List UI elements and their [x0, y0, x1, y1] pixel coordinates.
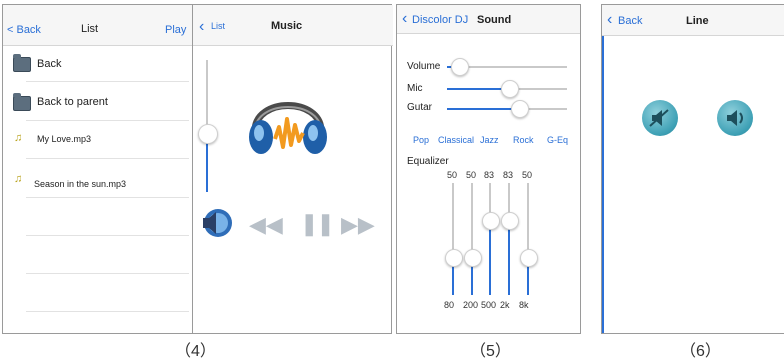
- eq-band-frequency: 80: [444, 300, 455, 310]
- edge-accent: [602, 5, 604, 333]
- panel-divider: [192, 5, 193, 333]
- sound-navbar: ‹ Discolor DJ Sound: [397, 5, 580, 34]
- list-item[interactable]: Back: [3, 47, 189, 85]
- eq-band-value: 50: [466, 170, 477, 180]
- headphones-icon: [249, 102, 327, 154]
- list-navbar: < Back List Play: [3, 5, 192, 46]
- list-divider: [26, 273, 189, 274]
- panel-sound: ‹ Discolor DJ Sound Volume Mic Gutar Pop…: [396, 4, 581, 334]
- back-button[interactable]: < Back: [7, 24, 41, 36]
- list-divider: [26, 235, 189, 236]
- folder-icon: [13, 54, 31, 72]
- play-button[interactable]: Play: [165, 24, 186, 36]
- list-item[interactable]: ♫ My Love.mp3: [3, 123, 189, 161]
- sound-slider-knob[interactable]: [511, 100, 529, 118]
- preset-jazz[interactable]: Jazz: [480, 135, 499, 145]
- list-item-label: Season in the sun.mp3: [34, 179, 127, 189]
- volume-label: Volume: [407, 61, 441, 72]
- list-divider: [26, 120, 189, 121]
- speaker-icon: [727, 110, 743, 126]
- speaker-icon[interactable]: [199, 206, 235, 240]
- discolor-back-button[interactable]: Discolor DJ: [412, 14, 468, 26]
- list-item-label: Back to parent: [37, 96, 108, 108]
- list-divider: [26, 311, 189, 312]
- eq-band-knob[interactable]: [445, 249, 463, 267]
- line-navbar: ‹ Back Line: [602, 5, 784, 36]
- sound-slider-fill: [447, 108, 519, 110]
- figure-caption: （6）: [680, 343, 721, 360]
- eq-band-knob[interactable]: [520, 249, 538, 267]
- eq-band-frequency: 2k: [500, 300, 510, 310]
- eq-band-knob[interactable]: [464, 249, 482, 267]
- eq-band-value: 83: [484, 170, 495, 180]
- fast-forward-icon[interactable]: ▶▶: [341, 212, 375, 238]
- music-note-icon: ♫: [14, 173, 23, 185]
- sound-slider-fill: [447, 88, 510, 90]
- mic-label: Mic: [407, 83, 423, 94]
- eq-band-value: 83: [503, 170, 514, 180]
- eq-band-knob[interactable]: [482, 212, 500, 231]
- preset-pop[interactable]: Pop: [413, 135, 429, 145]
- sound-title: Sound: [477, 14, 512, 26]
- figure-caption: （4）: [175, 343, 216, 360]
- list-divider: [26, 158, 189, 159]
- mute-button[interactable]: [642, 100, 678, 136]
- eq-band-frequency: 200: [463, 300, 479, 310]
- preset-g-eq[interactable]: G-Eq: [547, 135, 568, 145]
- list-title: List: [81, 23, 99, 35]
- eq-band-fill: [489, 220, 491, 295]
- eq-band-value: 50: [522, 170, 533, 180]
- preset-classical[interactable]: Classical: [438, 135, 474, 145]
- eq-band-knob[interactable]: [501, 212, 519, 231]
- music-note-icon: ♫: [14, 132, 23, 144]
- panel-list-music: < Back List Play Back Back to parent ♫ M…: [2, 4, 393, 334]
- list-divider: [26, 81, 189, 82]
- mute-speaker-icon: [649, 109, 669, 127]
- panel-line: ‹ Back Line: [601, 4, 784, 334]
- equalizer-label: Equalizer: [407, 156, 449, 167]
- line-title: Line: [686, 15, 709, 27]
- figure-caption: （5）: [470, 343, 511, 360]
- eq-band-fill: [508, 220, 510, 295]
- sound-slider-knob[interactable]: [501, 80, 520, 98]
- list-item-label: Back: [37, 58, 62, 70]
- rewind-icon[interactable]: ◀◀: [249, 212, 283, 238]
- list-item[interactable]: Back to parent: [3, 85, 189, 123]
- chevron-left-icon[interactable]: ‹: [607, 11, 612, 29]
- list-back-button[interactable]: List: [211, 21, 225, 31]
- eq-band-value: 50: [447, 170, 458, 180]
- line-back-button[interactable]: Back: [618, 15, 642, 27]
- eq-band-frequency: 8k: [519, 300, 529, 310]
- gutar-label: Gutar: [407, 102, 433, 113]
- speaker-button[interactable]: [717, 100, 753, 136]
- music-navbar: ‹ List Music: [193, 5, 393, 46]
- chevron-left-icon[interactable]: ‹: [199, 18, 204, 36]
- music-title: Music: [271, 20, 303, 32]
- preset-rock[interactable]: Rock: [513, 135, 534, 145]
- chevron-left-icon[interactable]: ‹: [402, 10, 407, 28]
- sound-slider-knob[interactable]: [451, 58, 469, 76]
- list-divider: [26, 197, 189, 198]
- list-item-label: My Love.mp3: [37, 134, 92, 144]
- pause-icon[interactable]: ❚❚: [300, 211, 335, 237]
- volume-slider-knob[interactable]: [198, 123, 218, 144]
- eq-band-frequency: 500: [481, 300, 497, 310]
- folder-up-icon: [13, 93, 31, 111]
